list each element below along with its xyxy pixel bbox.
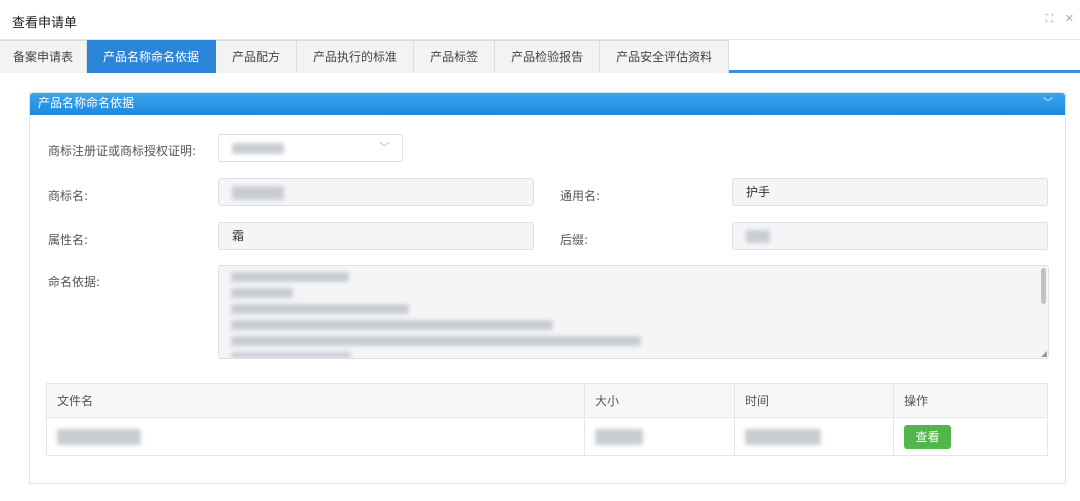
- suffix-label: 后缀:: [560, 233, 589, 247]
- tab-inspection-report[interactable]: 产品检验报告: [495, 40, 601, 73]
- tab-standards[interactable]: 产品执行的标准: [297, 40, 415, 73]
- cell-size: [584, 417, 735, 456]
- view-file-button[interactable]: 查看: [904, 424, 951, 449]
- trademark-name-label: 商标名:: [48, 189, 89, 203]
- redacted-text: [231, 352, 351, 358]
- panel-title: 产品名称命名依据: [38, 96, 135, 110]
- naming-basis-label: 命名依据:: [48, 275, 101, 289]
- chevron-down-icon: ﹀: [379, 141, 390, 154]
- generic-name-label: 通用名:: [560, 189, 601, 203]
- trademark-name-field[interactable]: [218, 178, 534, 206]
- cell-time: [734, 417, 894, 456]
- table-header-row: 文件名 大小 时间 操作: [46, 383, 1048, 418]
- tab-application-form[interactable]: 备案申请表: [0, 40, 88, 73]
- suffix-field[interactable]: [732, 222, 1048, 250]
- redacted-text: [231, 272, 349, 282]
- dialog-title: 查看申请单: [12, 16, 78, 31]
- tab-safety-assessment[interactable]: 产品安全评估资料: [600, 40, 730, 73]
- dialog-titlebar: 查看申请单 ⛶ ✕: [0, 0, 1080, 40]
- redacted-text: [231, 288, 293, 298]
- attribute-name-field[interactable]: 霜: [218, 222, 534, 250]
- col-header-size: 大小: [584, 383, 735, 418]
- collapse-chevron-icon[interactable]: ﹀: [1043, 93, 1053, 114]
- redacted-text: [231, 320, 553, 330]
- window-controls[interactable]: ⛶ ✕: [1046, 12, 1078, 26]
- naming-basis-panel: 产品名称命名依据 ﹀ 商标注册证或商标授权证明: ﹀ 商标名: 通用名: 护手 …: [29, 92, 1066, 484]
- panel-header[interactable]: 产品名称命名依据 ﹀: [30, 93, 1065, 115]
- generic-name-field[interactable]: 护手: [732, 178, 1048, 206]
- table-row: 查看: [46, 417, 1048, 456]
- redacted-value: [746, 230, 770, 243]
- redacted-text: [231, 304, 409, 314]
- attribute-name-label: 属性名:: [48, 233, 89, 247]
- redacted-value: [595, 428, 643, 445]
- cell-action: 查看: [893, 417, 1048, 456]
- naming-basis-textarea[interactable]: ◢: [218, 265, 1049, 359]
- col-header-time: 时间: [734, 383, 894, 418]
- redacted-value: [57, 428, 141, 445]
- col-header-action: 操作: [893, 383, 1048, 418]
- tab-formula[interactable]: 产品配方: [216, 40, 298, 73]
- redacted-value: [232, 185, 284, 200]
- tab-label[interactable]: 产品标签: [414, 40, 496, 73]
- textarea-scrollbar[interactable]: [1041, 268, 1046, 304]
- redacted-value: [745, 428, 821, 445]
- resize-handle-icon[interactable]: ◢: [1041, 349, 1047, 358]
- col-header-filename: 文件名: [46, 383, 585, 418]
- redacted-text: [231, 336, 641, 346]
- trademark-proof-select[interactable]: ﹀: [218, 134, 403, 162]
- cell-filename: [46, 417, 585, 456]
- tab-bar: 备案申请表 产品名称命名依据 产品配方 产品执行的标准 产品标签 产品检验报告 …: [0, 40, 1080, 73]
- redacted-value: [232, 143, 284, 154]
- files-table: 文件名 大小 时间 操作 查看: [46, 383, 1048, 456]
- tab-naming-basis[interactable]: 产品名称命名依据: [87, 40, 217, 73]
- trademark-proof-label: 商标注册证或商标授权证明:: [48, 144, 197, 158]
- tab-bar-filler: [729, 40, 1080, 70]
